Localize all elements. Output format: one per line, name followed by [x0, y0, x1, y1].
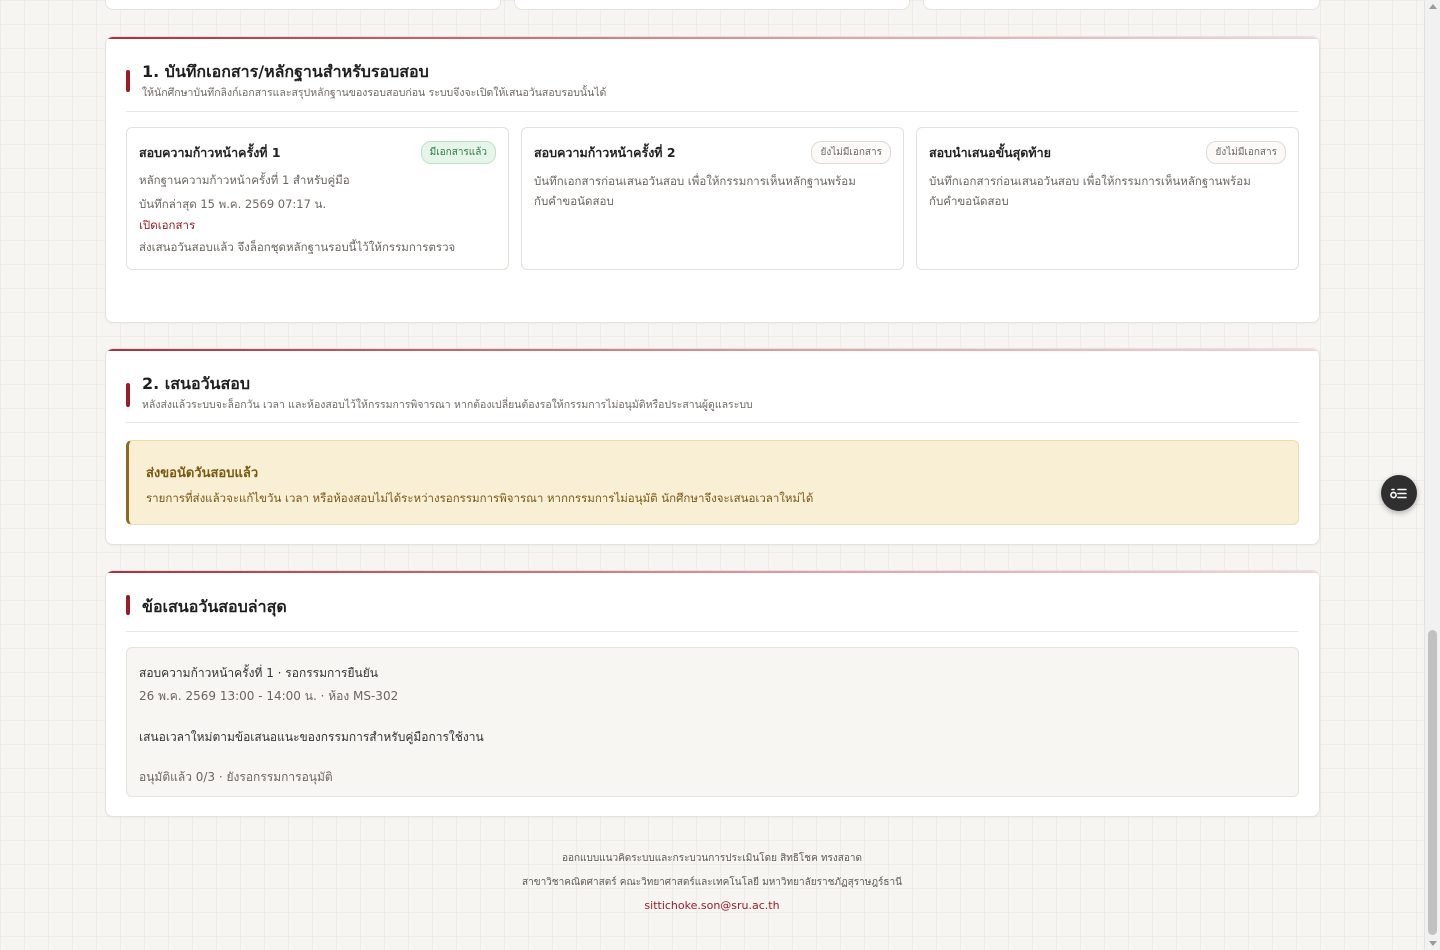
round-card-progress-1[interactable]: สอบความก้าวหน้าครั้งที่ 1 มีเอกสารแล้ว ห… — [126, 127, 509, 270]
round-title: สอบความก้าวหน้าครั้งที่ 2 — [534, 145, 676, 160]
round-card-progress-2[interactable]: สอบความก้าวหน้าครั้งที่ 2 ยังไม่มีเอกสาร… — [521, 127, 904, 270]
scroll-down-arrow-icon[interactable] — [1429, 941, 1437, 946]
round-instruction-line-2: กับคำขอนัดสอบ — [929, 194, 1009, 208]
previous-card-stub-2 — [514, 0, 910, 10]
section-accent-bar — [126, 383, 130, 407]
previous-card-stub-3 — [923, 0, 1320, 10]
section-subtitle: ให้นักศึกษาบันทึกลิงก์เอกสารและสรุปหลักฐ… — [142, 87, 607, 99]
footer-email-link[interactable]: sittichoke.son@sru.ac.th — [0, 899, 1424, 912]
section-title: 1. บันทึกเอกสาร/หลักฐานสำหรับรอบสอบ — [142, 62, 429, 81]
status-badge: ยังไม่มีเอกสาร — [1206, 141, 1286, 164]
round-title: สอบความก้าวหน้าครั้งที่ 1 — [139, 145, 281, 160]
submitted-alert: ส่งขอนัดวันสอบแล้ว รายการที่ส่งแล้วจะแก้… — [126, 440, 1299, 525]
page-scrollbar[interactable] — [1424, 0, 1440, 950]
latest-proposal-section: ข้อเสนอวันสอบล่าสุด สอบความก้าวหน้าครั้ง… — [105, 570, 1320, 817]
approval-status: อนุมัติแล้ว 0/3 · ยังรอกรรมการอนุมัติ — [139, 770, 333, 784]
section-title: ข้อเสนอวันสอบล่าสุด — [142, 597, 287, 616]
evidence-description: หลักฐานความก้าวหน้าครั้งที่ 1 สำหรับคู่ม… — [139, 173, 350, 187]
last-saved-time: บันทึกล่าสุด 15 พ.ค. 2569 07:17 น. — [139, 197, 327, 211]
round-instruction-line-1: บันทึกเอกสารก่อนเสนอวันสอบ เพื่อให้กรรมก… — [534, 174, 856, 188]
proposal-datetime-room: 26 พ.ค. 2569 13:00 - 14:00 น. · ห้อง MS-… — [139, 689, 399, 703]
latest-section-header: ข้อเสนอวันสอบล่าสุด — [126, 571, 1299, 632]
propose-date-section: 2. เสนอวันสอบ หลังส่งแล้วระบบจะล็อกวัน เ… — [105, 348, 1320, 545]
section-title: 2. เสนอวันสอบ — [142, 374, 251, 393]
proposal-round-status: สอบความก้าวหน้าครั้งที่ 1 · รอกรรมการยืน… — [139, 666, 378, 680]
scrollbar-thumb[interactable] — [1428, 630, 1437, 935]
settings-list-icon — [1390, 488, 1407, 499]
proposal-note: เสนอเวลาใหม่ตามข้อเสนอแนะของกรรมการสำหรั… — [139, 730, 484, 744]
alert-message: รายการที่ส่งแล้วจะแก้ไขวัน เวลา หรือห้อง… — [146, 491, 814, 505]
round-instruction-line-2: กับคำขอนัดสอบ — [534, 194, 614, 208]
lock-note: ส่งเสนอวันสอบแล้ว จึงล็อกชุดหลักฐานรอบนี… — [139, 240, 456, 254]
round-card-final[interactable]: สอบนำเสนอขั้นสุดท้าย ยังไม่มีเอกสาร บันท… — [916, 127, 1299, 270]
previous-card-stub-1 — [105, 0, 501, 10]
scroll-up-arrow-icon[interactable] — [1429, 4, 1437, 9]
section-accent-bar — [126, 70, 130, 92]
round-instruction-line-1: บันทึกเอกสารก่อนเสนอวันสอบ เพื่อให้กรรมก… — [929, 174, 1251, 188]
floating-menu-button[interactable] — [1381, 475, 1417, 511]
alert-title: ส่งขอนัดวันสอบแล้ว — [146, 466, 259, 481]
status-badge: ยังไม่มีเอกสาร — [811, 141, 891, 164]
footer-credit: ออกแบบแนวคิดระบบและกระบวนการประเมินโดย ส… — [561, 853, 863, 864]
proposal-item: สอบความก้าวหน้าครั้งที่ 1 · รอกรรมการยืน… — [126, 647, 1299, 797]
status-badge: มีเอกสารแล้ว — [420, 141, 496, 164]
evidence-section-header: 1. บันทึกเอกสาร/หลักฐานสำหรับรอบสอบ ให้น… — [126, 37, 1299, 112]
open-document-link[interactable]: เปิดเอกสาร — [139, 215, 195, 235]
propose-section-header: 2. เสนอวันสอบ หลังส่งแล้วระบบจะล็อกวัน เ… — [126, 349, 1299, 423]
round-title: สอบนำเสนอขั้นสุดท้าย — [929, 145, 1052, 160]
section-subtitle: หลังส่งแล้วระบบจะล็อกวัน เวลา และห้องสอบ… — [142, 399, 753, 411]
footer-affiliation: สาขาวิชาคณิตศาสตร์ คณะวิทยาศาสตร์และเทคโ… — [522, 877, 902, 888]
evidence-section: 1. บันทึกเอกสาร/หลักฐานสำหรับรอบสอบ ให้น… — [105, 36, 1320, 323]
section-accent-bar — [126, 595, 130, 615]
